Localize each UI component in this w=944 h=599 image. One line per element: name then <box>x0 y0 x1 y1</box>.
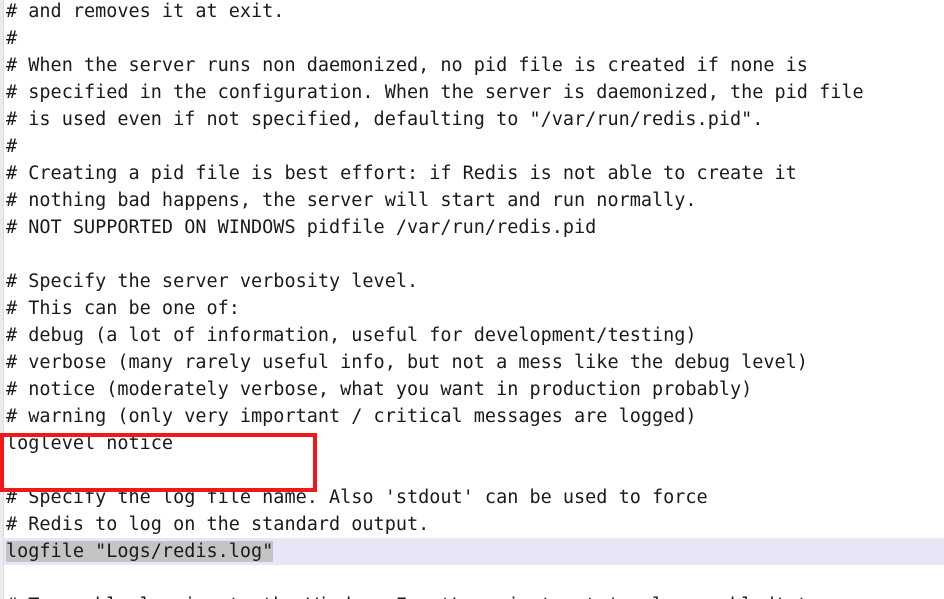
code-line[interactable]: # This can be one of: <box>0 295 944 322</box>
code-text: # verbose (many rarely useful info, but … <box>6 352 808 373</box>
code-line[interactable]: # Redis to log on the standard output. <box>0 511 944 538</box>
code-line[interactable]: # specified in the configuration. When t… <box>0 79 944 106</box>
code-line[interactable]: # NOT SUPPORTED ON WINDOWS pidfile /var/… <box>0 214 944 241</box>
code-line[interactable]: # and removes it at exit. <box>0 0 944 25</box>
code-line[interactable]: # <box>0 25 944 52</box>
code-text: # <box>6 136 18 157</box>
code-text: # specified in the configuration. When t… <box>6 82 864 103</box>
code-line[interactable]: # To enable logging to the Windows Event… <box>0 592 944 599</box>
code-line[interactable] <box>0 241 944 268</box>
code-text: # notice (moderately verbose, what you w… <box>6 379 753 400</box>
code-text: # Specify the log file name. Also 'stdou… <box>6 487 708 508</box>
code-text: # NOT SUPPORTED ON WINDOWS pidfile /var/… <box>6 217 597 238</box>
code-line[interactable]: # Specify the server verbosity level. <box>0 268 944 295</box>
code-text: # Creating a pid file is best effort: if… <box>6 163 797 184</box>
code-line[interactable]: # debug (a lot of information, useful fo… <box>0 322 944 349</box>
code-line[interactable]: # nothing bad happens, the server will s… <box>0 187 944 214</box>
code-text: # To enable logging to the Windows Event… <box>6 595 819 599</box>
code-line[interactable]: # When the server runs non daemonized, n… <box>0 52 944 79</box>
code-line[interactable]: # notice (moderately verbose, what you w… <box>0 376 944 403</box>
text-editor-pane[interactable]: # and removes it at exit. # # When the ser… <box>0 0 944 599</box>
code-line[interactable] <box>0 457 944 484</box>
code-text: # Redis to log on the standard output. <box>6 514 430 535</box>
code-line[interactable]: loglevel notice <box>0 430 944 457</box>
code-line[interactable]: # Creating a pid file is best effort: if… <box>0 160 944 187</box>
code-line[interactable]: # warning (only very important / critica… <box>0 403 944 430</box>
code-text: # Specify the server verbosity level. <box>6 271 419 292</box>
code-line[interactable] <box>0 565 944 592</box>
selected-code-text: logfile "Logs/redis.log" <box>6 541 274 562</box>
code-text: # <box>6 28 18 49</box>
code-text: # is used even if not specified, default… <box>6 109 764 130</box>
code-line[interactable]: logfile "Logs/redis.log" <box>0 538 944 565</box>
code-text: # warning (only very important / critica… <box>6 406 697 427</box>
code-text: # and removes it at exit. <box>6 1 285 22</box>
code-text: # debug (a lot of information, useful fo… <box>6 325 697 346</box>
code-text: # When the server runs non daemonized, n… <box>6 55 808 76</box>
code-line[interactable]: # verbose (many rarely useful info, but … <box>0 349 944 376</box>
code-text: loglevel notice <box>6 433 174 454</box>
code-line[interactable]: # is used even if not specified, default… <box>0 106 944 133</box>
code-text: # nothing bad happens, the server will s… <box>6 190 697 211</box>
code-content[interactable]: # and removes it at exit. # # When the ser… <box>0 0 944 599</box>
code-line[interactable]: # Specify the log file name. Also 'stdou… <box>0 484 944 511</box>
code-line[interactable]: # <box>0 133 944 160</box>
code-text: # This can be one of: <box>6 298 240 319</box>
